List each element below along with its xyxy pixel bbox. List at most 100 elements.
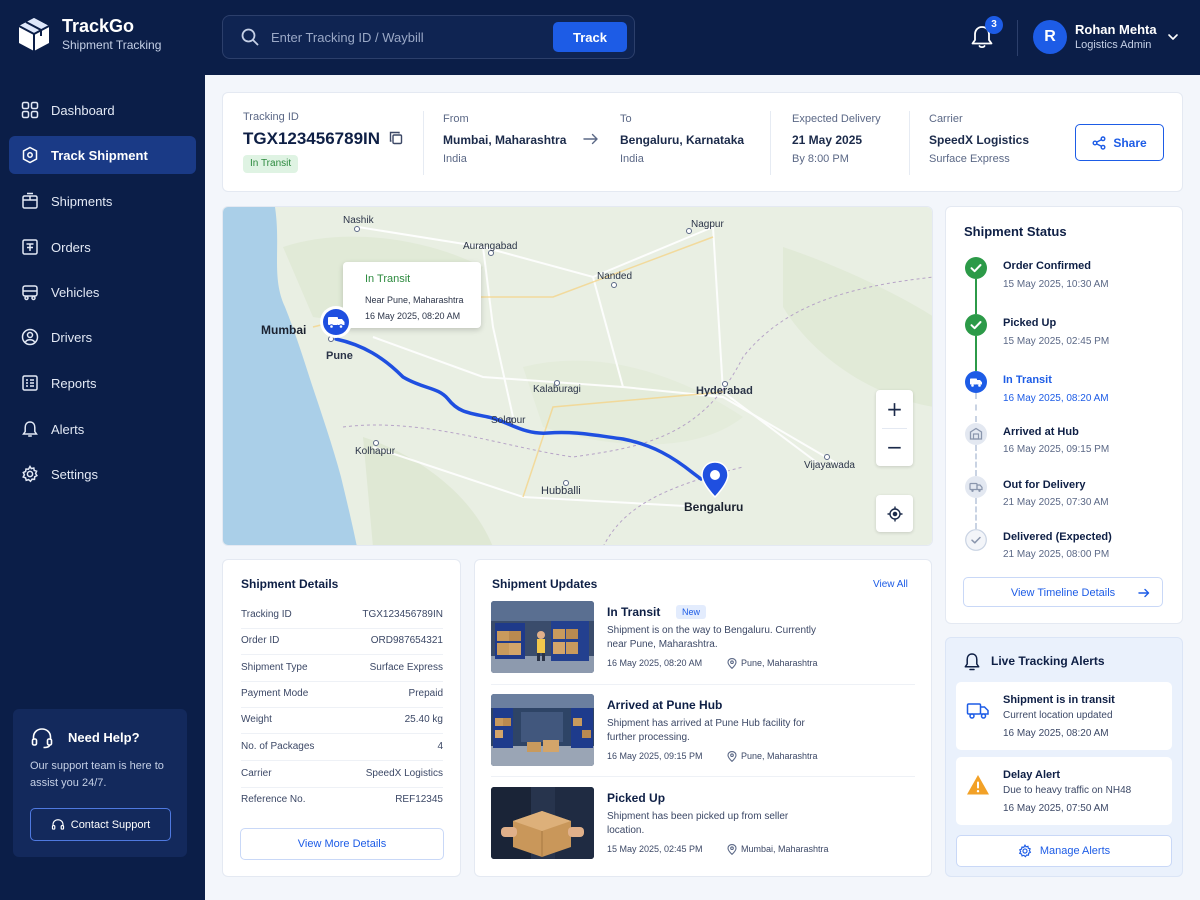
update-description: Shipment has arrived at Pune Hub facilit… — [607, 718, 805, 743]
search-bar: Track — [222, 15, 635, 59]
share-button[interactable]: Share — [1075, 124, 1164, 161]
check-circle-icon — [965, 257, 987, 279]
brand-name: TrackGo — [62, 16, 135, 36]
share-icon — [1092, 135, 1106, 150]
timeline-connector — [975, 336, 977, 371]
tracking-id-value: TGX123456789IN — [243, 129, 381, 148]
detail-value: Prepaid — [408, 688, 443, 699]
view-all-link[interactable]: View All — [873, 579, 908, 590]
truck-icon — [965, 371, 987, 393]
map-label-kolhapur: Kolhapur — [355, 446, 396, 457]
avatar[interactable]: R — [1033, 20, 1067, 54]
summary-divider — [423, 111, 424, 175]
from-label: From — [443, 113, 469, 125]
detail-row: Reference No. REF12345 — [241, 788, 443, 814]
user-name[interactable]: Rohan Mehta — [1075, 22, 1157, 37]
destination-pin-icon[interactable] — [700, 461, 730, 499]
location-popup: In Transit Near Pune, Maharashtra 16 May… — [343, 262, 481, 328]
popup-time: 16 May 2025, 08:20 AM — [365, 311, 461, 321]
shipment-details-title: Shipment Details — [241, 577, 339, 591]
sidebar-item-reports[interactable]: Reports — [9, 364, 196, 402]
new-badge: New — [676, 605, 707, 619]
update-location: Pune, Maharashtra — [741, 658, 818, 668]
truck-marker-icon[interactable] — [319, 305, 353, 339]
locate-button[interactable] — [876, 495, 913, 532]
detail-value: 25.40 kg — [404, 714, 443, 725]
sidebar-item-dashboard[interactable]: Dashboard — [9, 91, 196, 129]
track-button[interactable]: Track — [553, 22, 627, 52]
status-step-label: In Transit — [1003, 374, 1052, 386]
detail-key: Payment Mode — [241, 688, 309, 699]
update-location: Pune, Maharashtra — [741, 751, 818, 761]
update-item[interactable]: Picked Up Shipment has been picked up fr… — [491, 787, 915, 871]
sidebar-item-label: Track Shipment — [51, 147, 148, 163]
sidebar-item-vehicles[interactable]: Vehicles — [9, 273, 196, 311]
package-icon — [22, 192, 38, 209]
copy-icon[interactable] — [389, 131, 403, 145]
detail-value: SpeedX Logistics — [365, 768, 443, 779]
bell-icon — [22, 421, 38, 437]
carrier-service: Surface Express — [929, 153, 1010, 165]
live-alerts-title: Live Tracking Alerts — [991, 654, 1105, 668]
map-label-nashik: Nashik — [343, 215, 374, 226]
update-time: 16 May 2025, 08:20 AM — [607, 658, 703, 668]
sidebar-item-orders[interactable]: Orders — [9, 228, 196, 266]
detail-key: Weight — [241, 714, 272, 725]
alert-item[interactable]: Shipment is in transit Current location … — [956, 682, 1172, 750]
view-timeline-label: View Timeline Details — [1010, 587, 1116, 599]
sidebar-item-track-shipment[interactable]: Track Shipment — [9, 136, 196, 174]
shipment-details-card: Shipment Details Tracking ID TGX12345678… — [222, 559, 461, 877]
sidebar-item-label: Alerts — [51, 421, 85, 437]
arrow-right-icon — [583, 133, 598, 145]
sidebar-item-settings[interactable]: Settings — [9, 455, 196, 493]
update-item[interactable]: Arrived at Pune Hub Shipment has arrived… — [491, 694, 915, 778]
gear-icon — [22, 465, 38, 483]
map-label-aurangabad: Aurangabad — [463, 241, 518, 252]
delivery-truck-icon — [965, 476, 987, 498]
manage-alerts-button[interactable]: Manage Alerts — [956, 835, 1172, 867]
view-timeline-button[interactable]: View Timeline Details — [963, 577, 1163, 607]
sidebar-item-alerts[interactable]: Alerts — [9, 410, 196, 448]
detail-row: Tracking ID TGX123456789IN — [241, 603, 443, 629]
status-step-label: Arrived at Hub — [1003, 426, 1079, 438]
map-label-solapur: Solapur — [491, 415, 526, 426]
sidebar-item-label: Drivers — [51, 329, 93, 345]
orders-icon — [22, 239, 38, 255]
map-label-mumbai: Mumbai — [261, 323, 307, 337]
contact-support-label: Contact Support — [70, 818, 151, 831]
live-alerts-card: Live Tracking Alerts Shipment is in tran… — [945, 637, 1183, 877]
status-step-time: 15 May 2025, 02:45 PM — [1003, 336, 1110, 347]
alert-time: 16 May 2025, 07:50 AM — [1003, 803, 1109, 814]
vehicle-icon — [22, 285, 38, 301]
map-label-nagpur: Nagpur — [691, 219, 724, 230]
update-divider — [491, 684, 915, 685]
brand[interactable]: TrackGo Shipment Tracking — [16, 16, 161, 52]
zoom-in-button[interactable]: + — [876, 390, 913, 428]
manage-alerts-label: Manage Alerts — [1039, 845, 1111, 857]
chevron-down-icon[interactable] — [1167, 31, 1179, 43]
map-label-bengaluru: Bengaluru — [684, 500, 744, 514]
detail-key: Carrier — [241, 768, 272, 779]
zoom-out-button[interactable]: − — [876, 428, 913, 466]
map-label-kalaburagi: Kalaburagi — [533, 384, 581, 395]
map-label-nanded: Nanded — [597, 271, 633, 282]
expected-delivery-date: 21 May 2025 — [792, 133, 863, 147]
summary-divider — [770, 111, 771, 175]
sidebar-item-drivers[interactable]: Drivers — [9, 318, 196, 356]
help-title: Need Help? — [68, 730, 140, 745]
update-title: Arrived at Pune Hub — [607, 698, 723, 712]
to-label: To — [620, 113, 632, 125]
view-more-details-button[interactable]: View More Details — [240, 828, 444, 860]
contact-support-button[interactable]: Contact Support — [30, 808, 171, 841]
sidebar-item-shipments[interactable]: Shipments — [9, 182, 196, 220]
alert-item[interactable]: Delay Alert Due to heavy traffic on NH48… — [956, 757, 1172, 825]
detail-key: Shipment Type — [241, 662, 308, 673]
status-step-time: 16 May 2025, 09:15 PM — [1003, 444, 1110, 455]
headset-icon — [31, 728, 53, 749]
expected-delivery-label: Expected Delivery — [792, 113, 881, 125]
status-step-time: 21 May 2025, 08:00 PM — [1003, 549, 1110, 560]
detail-row: Weight 25.40 kg — [241, 708, 443, 734]
update-item[interactable]: In Transit New Shipment is on the way to… — [491, 601, 915, 685]
update-title: In Transit — [607, 605, 661, 619]
route-map[interactable]: Nashik Nagpur Aurangabad Mumbai Pune Nan… — [222, 206, 933, 546]
